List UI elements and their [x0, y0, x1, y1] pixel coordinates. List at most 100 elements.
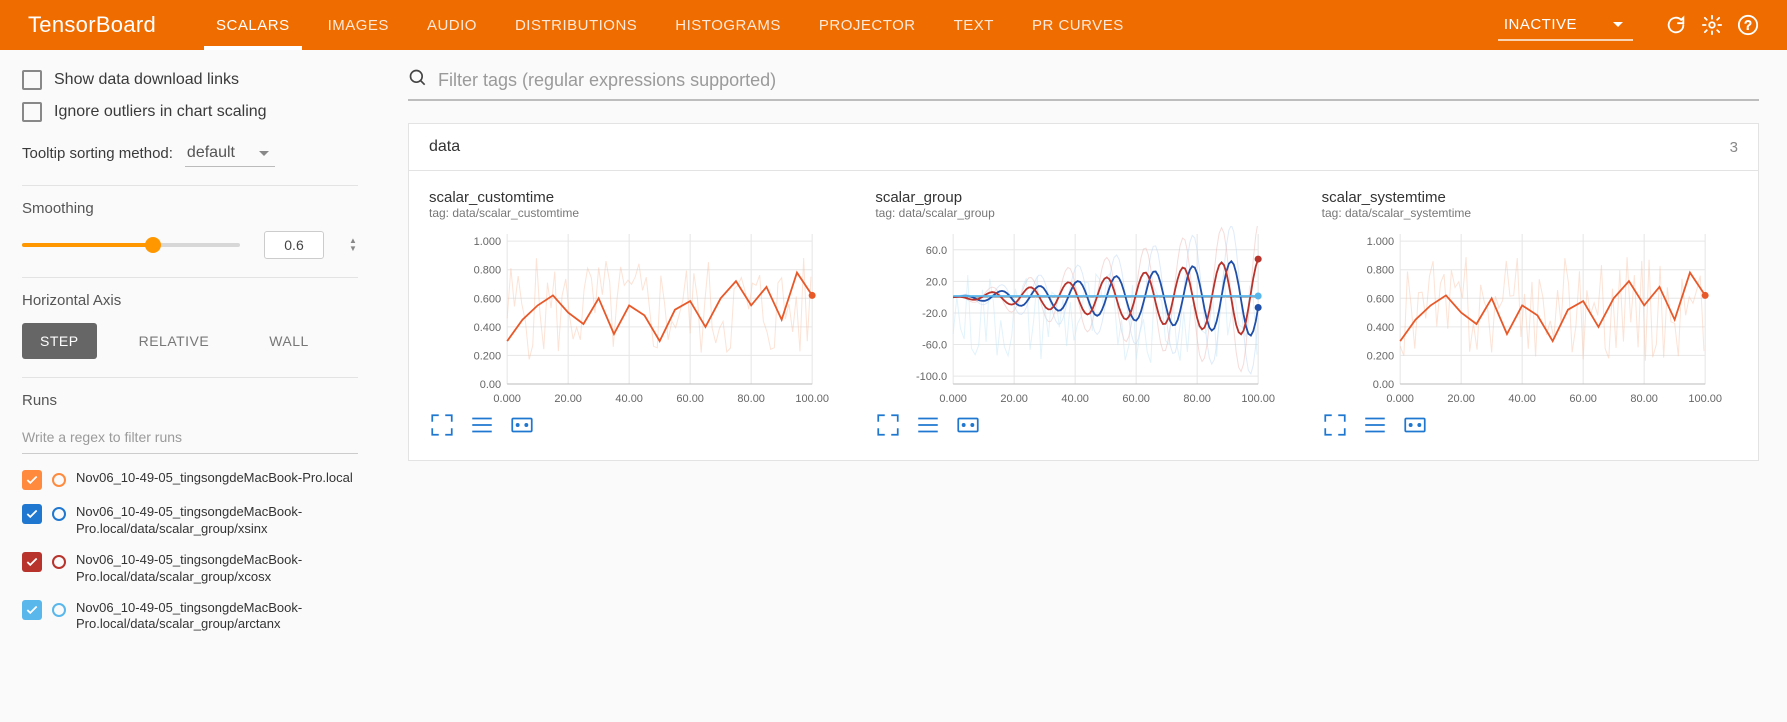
svg-text:40.00: 40.00	[1508, 393, 1536, 405]
help-icon[interactable]: ?	[1737, 14, 1759, 36]
tooltip-sort-label: Tooltip sorting method:	[22, 145, 173, 162]
tab-distributions[interactable]: DISTRIBUTIONS	[515, 0, 637, 50]
expand-icon[interactable]	[429, 414, 455, 436]
show-download-label: Show data download links	[54, 71, 239, 89]
run-checkbox[interactable]	[22, 600, 42, 620]
smoothing-slider[interactable]	[22, 243, 240, 247]
svg-text:100.00: 100.00	[1688, 393, 1722, 405]
toggle-log-icon[interactable]	[1362, 414, 1388, 436]
run-checkbox[interactable]	[22, 470, 42, 490]
svg-text:0.200: 0.200	[1366, 350, 1394, 362]
charts-container: scalar_customtimetag: data/scalar_custom…	[408, 171, 1759, 461]
svg-text:60.00: 60.00	[676, 393, 704, 405]
svg-text:?: ?	[1744, 18, 1751, 33]
svg-text:60.0: 60.0	[926, 245, 947, 257]
svg-text:80.00: 80.00	[1184, 393, 1212, 405]
chart-card: scalar_systemtimetag: data/scalar_system…	[1322, 189, 1738, 436]
chart-plot[interactable]: 0.00 0.200 0.400 0.600 0.800 1.000 0.000 20.00 4…	[1322, 226, 1738, 406]
run-label: Nov06_10-49-05_tingsongdeMacBook-Pro.loc…	[76, 470, 353, 487]
svg-text:1.000: 1.000	[1366, 236, 1394, 248]
svg-text:80.00: 80.00	[737, 393, 765, 405]
haxis-wall-button[interactable]: WALL	[251, 323, 327, 359]
svg-text:0.600: 0.600	[1366, 293, 1394, 305]
svg-text:0.800: 0.800	[474, 265, 502, 277]
svg-text:60.00: 60.00	[1123, 393, 1151, 405]
smoothing-input[interactable]	[264, 231, 324, 259]
tab-text[interactable]: TEXT	[954, 0, 994, 50]
svg-text:-100.0: -100.0	[916, 371, 947, 383]
run-label: Nov06_10-49-05_tingsongdeMacBook-Pro.loc…	[76, 504, 356, 538]
ignore-outliers-checkbox[interactable]: Ignore outliers in chart scaling	[22, 102, 358, 122]
run-item[interactable]: Nov06_10-49-05_tingsongdeMacBook-Pro.loc…	[22, 470, 358, 490]
haxis-step-button[interactable]: STEP	[22, 323, 97, 359]
tab-projector[interactable]: PROJECTOR	[819, 0, 916, 50]
status-text: INACTIVE	[1504, 16, 1577, 33]
group-title: data	[429, 138, 460, 156]
svg-text:100.00: 100.00	[1242, 393, 1276, 405]
chart-toolbar	[1322, 414, 1738, 436]
fit-domain-icon[interactable]	[955, 414, 981, 436]
chart-subtitle: tag: data/scalar_systemtime	[1322, 206, 1738, 220]
tab-scalars[interactable]: SCALARS	[216, 0, 290, 50]
tab-pr curves[interactable]: PR CURVES	[1032, 0, 1124, 50]
runs-filter-input[interactable]: Write a regex to filter runs	[22, 423, 358, 454]
run-color-swatch	[52, 555, 66, 569]
svg-text:0.800: 0.800	[1366, 265, 1394, 277]
settings-gear-icon[interactable]	[1701, 14, 1723, 36]
run-color-swatch	[52, 473, 66, 487]
chart-plot[interactable]: 0.000.2000.4000.6000.8001.0000.00020.004…	[429, 226, 845, 406]
run-item[interactable]: Nov06_10-49-05_tingsongdeMacBook-Pro.loc…	[22, 504, 358, 538]
run-item[interactable]: Nov06_10-49-05_tingsongdeMacBook-Pro.loc…	[22, 552, 358, 586]
svg-text:20.00: 20.00	[554, 393, 582, 405]
expand-icon[interactable]	[875, 414, 901, 436]
plugin-status-dropdown[interactable]: INACTIVE	[1498, 10, 1633, 41]
svg-text:60.00: 60.00	[1569, 393, 1597, 405]
tooltip-sort-select[interactable]: default	[185, 140, 275, 167]
runs-list: Nov06_10-49-05_tingsongdeMacBook-Pro.loc…	[22, 470, 358, 633]
run-color-swatch	[52, 507, 66, 521]
chart-title: scalar_systemtime	[1322, 189, 1738, 206]
svg-text:0.200: 0.200	[474, 350, 502, 362]
tab-audio[interactable]: AUDIO	[427, 0, 477, 50]
chart-title: scalar_customtime	[429, 189, 845, 206]
group-count: 3	[1730, 139, 1738, 156]
svg-text:20.00: 20.00	[1447, 393, 1475, 405]
run-label: Nov06_10-49-05_tingsongdeMacBook-Pro.loc…	[76, 552, 356, 586]
fit-domain-icon[interactable]	[509, 414, 535, 436]
svg-text:0.00: 0.00	[1372, 379, 1393, 391]
slider-thumb[interactable]	[145, 237, 161, 253]
checkbox-icon	[22, 70, 42, 90]
chart-subtitle: tag: data/scalar_customtime	[429, 206, 845, 220]
svg-text:0.600: 0.600	[474, 293, 502, 305]
svg-text:1.000: 1.000	[474, 236, 502, 248]
svg-text:0.000: 0.000	[493, 393, 521, 405]
reload-icon[interactable]	[1665, 14, 1687, 36]
toggle-log-icon[interactable]	[469, 414, 495, 436]
fit-domain-icon[interactable]	[1402, 414, 1428, 436]
run-label: Nov06_10-49-05_tingsongdeMacBook-Pro.loc…	[76, 600, 356, 634]
show-download-checkbox[interactable]: Show data download links	[22, 70, 358, 90]
chart-plot[interactable]: -100.0-60.0-20.020.060.00.00020.0040.006…	[875, 226, 1291, 406]
expand-icon[interactable]	[1322, 414, 1348, 436]
tab-images[interactable]: IMAGES	[328, 0, 389, 50]
svg-text:80.00: 80.00	[1630, 393, 1658, 405]
chart-toolbar	[429, 414, 845, 436]
svg-text:-60.0: -60.0	[922, 340, 947, 352]
svg-text:0.000: 0.000	[1386, 393, 1414, 405]
stepper-down-icon[interactable]: ▼	[348, 245, 358, 253]
svg-text:0.400: 0.400	[1366, 322, 1394, 334]
run-checkbox[interactable]	[22, 504, 42, 524]
sidebar: Show data download links Ignore outliers…	[0, 50, 380, 722]
tab-histograms[interactable]: HISTOGRAMS	[675, 0, 781, 50]
toggle-log-icon[interactable]	[915, 414, 941, 436]
group-header[interactable]: data 3	[408, 123, 1759, 171]
chart-card: scalar_customtimetag: data/scalar_custom…	[429, 189, 845, 436]
run-checkbox[interactable]	[22, 552, 42, 572]
checkbox-icon	[22, 102, 42, 122]
haxis-label: Horizontal Axis	[22, 292, 358, 309]
haxis-relative-button[interactable]: RELATIVE	[121, 323, 228, 359]
svg-text:100.00: 100.00	[795, 393, 829, 405]
run-item[interactable]: Nov06_10-49-05_tingsongdeMacBook-Pro.loc…	[22, 600, 358, 634]
header-tabs: SCALARS IMAGES AUDIO DISTRIBUTIONS HISTOGRAM…	[216, 0, 1124, 50]
tag-filter-input[interactable]: Filter tags (regular expressions support…	[408, 68, 1759, 101]
